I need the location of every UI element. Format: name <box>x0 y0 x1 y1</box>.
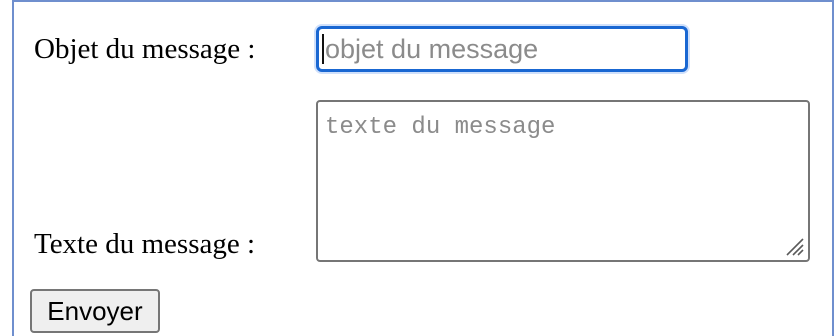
resize-grip-icon[interactable] <box>783 235 805 257</box>
message-placeholder: texte du message <box>325 114 556 141</box>
message-textarea[interactable]: texte du message <box>316 100 810 262</box>
text-caret-icon <box>322 34 324 64</box>
message-label: Texte du message : <box>34 228 256 260</box>
subject-placeholder: objet du message <box>325 33 539 64</box>
send-button[interactable]: Envoyer <box>30 289 160 333</box>
subject-input[interactable]: objet du message <box>316 26 688 72</box>
subject-label: Objet du message : <box>34 33 256 65</box>
